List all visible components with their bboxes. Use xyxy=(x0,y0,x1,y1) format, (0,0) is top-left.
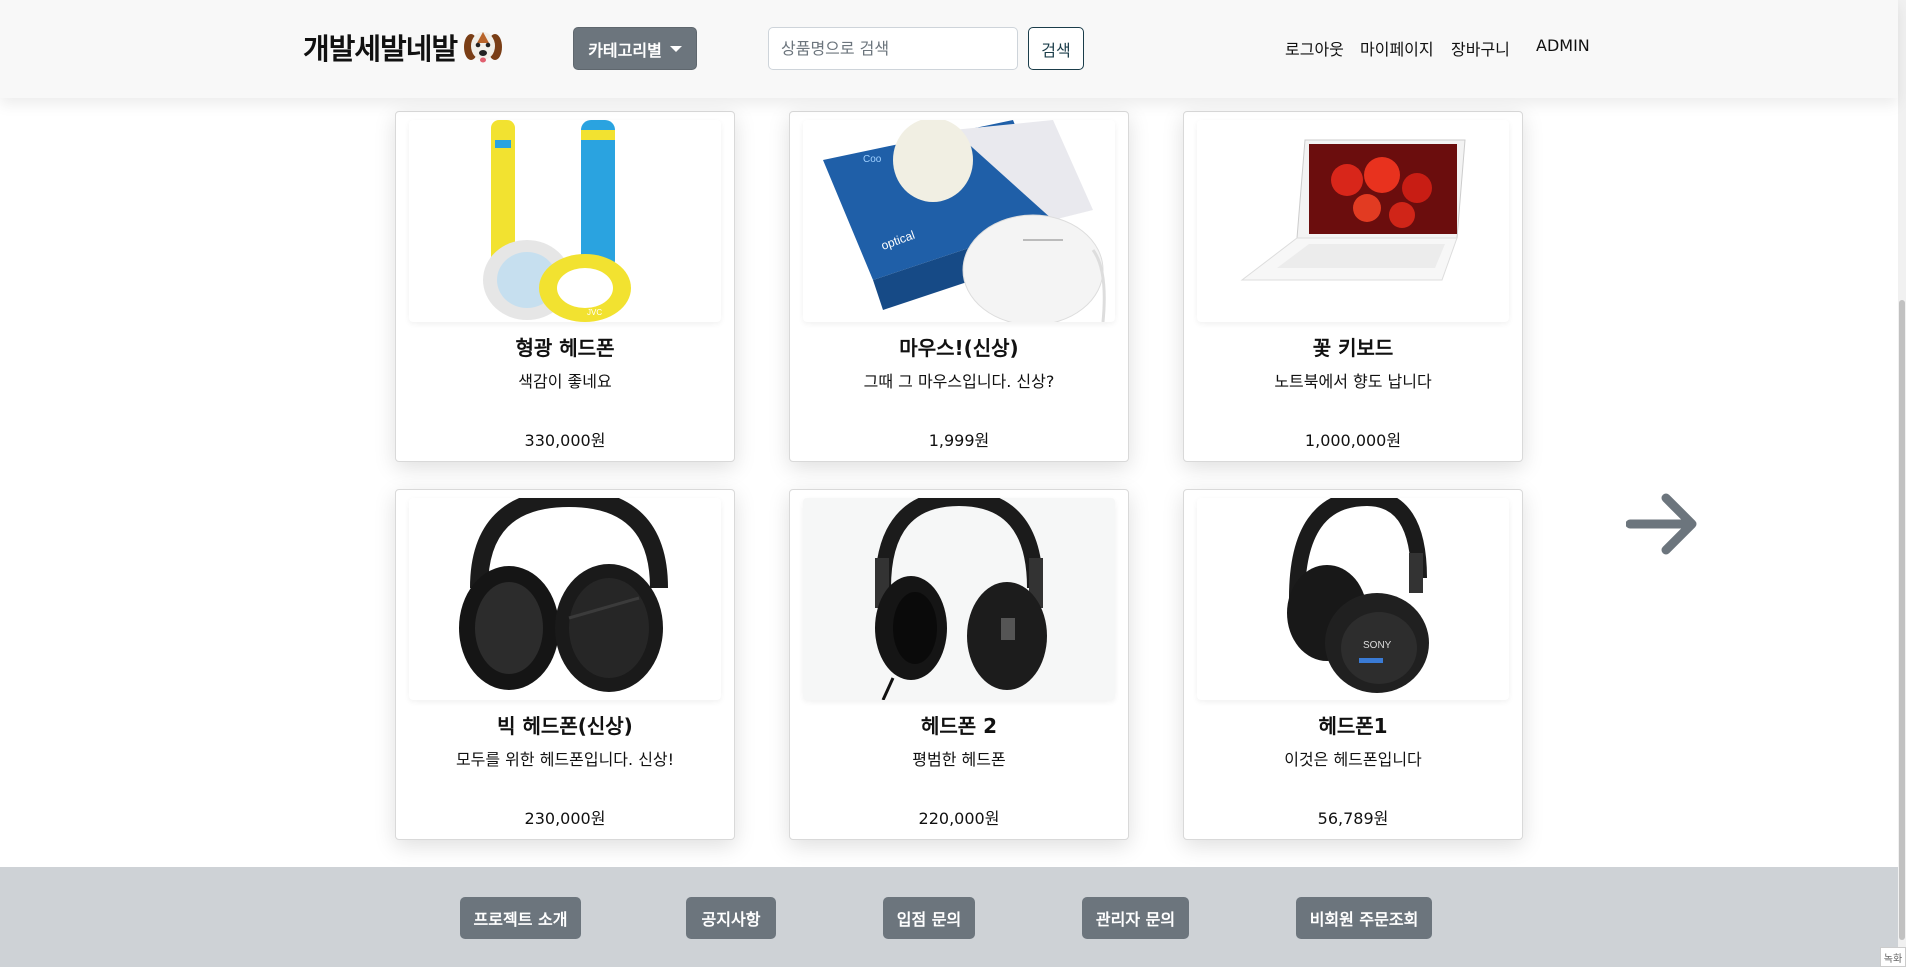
vertical-scrollbar[interactable] xyxy=(1898,0,1906,967)
corner-tag: 녹화 xyxy=(1880,947,1906,967)
category-dropdown-button[interactable]: 카테고리별 xyxy=(573,27,697,70)
svg-text:SONY: SONY xyxy=(1363,640,1392,651)
product-card[interactable]: 빅 헤드폰(신상) 모두를 위한 헤드폰입니다. 신상! 230,000원 xyxy=(395,489,735,840)
logout-link[interactable]: 로그아웃 xyxy=(1285,36,1344,60)
product-price: 56,789원 xyxy=(1317,809,1389,828)
site-logo[interactable]: 개발세발네발 xyxy=(303,26,503,68)
laptop-flowers-image xyxy=(1240,139,1466,281)
top-navbar: 개발세발네발 카테고리별 검색 로그아웃 마이페이지 장바구니 ADMIN xyxy=(0,0,1898,98)
product-price: 1,000,000원 xyxy=(1304,431,1402,450)
svg-text:Coo: Coo xyxy=(863,154,882,165)
product-price: 230,000원 xyxy=(524,809,606,828)
product-image[interactable] xyxy=(803,498,1115,700)
caret-down-icon xyxy=(669,45,682,52)
svg-text:JVC: JVC xyxy=(587,308,602,317)
headphones-black-sony-image: SONY xyxy=(1287,498,1429,693)
product-description: 노트북에서 향도 납니다 xyxy=(1274,372,1432,391)
arrow-right-icon[interactable] xyxy=(1626,492,1700,556)
product-description: 그때 그 마우스입니다. 신상? xyxy=(863,372,1055,391)
mouse-with-box-image: Coo optical xyxy=(823,120,1106,322)
product-price: 1,999원 xyxy=(928,431,990,450)
category-button-label: 카테고리별 xyxy=(588,40,662,60)
guest-order-lookup-button[interactable]: 비회원 주문조회 xyxy=(1296,897,1432,939)
product-image[interactable]: SONY xyxy=(1197,498,1509,700)
notice-button[interactable]: 공지사항 xyxy=(686,897,776,939)
product-description: 모두를 위한 헤드폰입니다. 신상! xyxy=(455,750,675,769)
footer: 프로젝트 소개 공지사항 입점 문의 관리자 문의 비회원 주문조회 xyxy=(0,867,1898,967)
product-description: 색감이 좋네요 xyxy=(518,372,612,391)
product-card[interactable]: 꽃 키보드 노트북에서 향도 납니다 1,000,000원 xyxy=(1183,111,1523,462)
product-name: 헤드폰 2 xyxy=(920,714,998,738)
project-intro-button[interactable]: 프로젝트 소개 xyxy=(460,897,581,939)
product-description: 평범한 헤드폰 xyxy=(912,750,1006,769)
admin-inquiry-button[interactable]: 관리자 문의 xyxy=(1082,897,1189,939)
product-image[interactable]: Coo optical xyxy=(803,120,1115,322)
product-name: 헤드폰1 xyxy=(1318,714,1388,738)
product-price: 220,000원 xyxy=(918,809,1000,828)
product-image[interactable]: JVC xyxy=(409,120,721,322)
beagle-dog-icon xyxy=(464,32,503,63)
product-price: 330,000원 xyxy=(524,431,606,450)
product-card[interactable]: SONY 헤드폰1 이것은 헤드폰입니다 56,789원 xyxy=(1183,489,1523,840)
product-name: 마우스!(신상) xyxy=(899,336,1019,360)
product-card[interactable]: Coo optical 마우스!(신상) 그때 그 마우스입니다. 신상? 1,… xyxy=(789,111,1129,462)
product-image[interactable] xyxy=(409,498,721,700)
search-input[interactable] xyxy=(768,27,1018,70)
product-card[interactable]: 헤드폰 2 평범한 헤드폰 220,000원 xyxy=(789,489,1129,840)
admin-link[interactable]: ADMIN xyxy=(1536,36,1590,55)
headphones-black-image xyxy=(459,498,668,692)
cart-link[interactable]: 장바구니 xyxy=(1451,36,1510,60)
vendor-inquiry-button[interactable]: 입점 문의 xyxy=(883,897,975,939)
headphones-black-image xyxy=(875,498,1047,700)
product-name: 빅 헤드폰(신상) xyxy=(497,714,633,738)
product-description: 이것은 헤드폰입니다 xyxy=(1284,750,1422,769)
product-card[interactable]: JVC 형광 헤드폰 색감이 좋네요 330,000원 xyxy=(395,111,735,462)
logo-text: 개발세발네발 xyxy=(303,32,458,66)
scrollbar-thumb[interactable] xyxy=(1899,300,1905,940)
headphones-yellow-blue-image: JVC xyxy=(483,120,631,322)
search-button[interactable]: 검색 xyxy=(1028,27,1084,70)
product-name: 형광 헤드폰 xyxy=(515,336,615,360)
product-name: 꽃 키보드 xyxy=(1312,336,1394,360)
mypage-link[interactable]: 마이페이지 xyxy=(1360,36,1434,60)
product-image[interactable] xyxy=(1197,120,1509,322)
